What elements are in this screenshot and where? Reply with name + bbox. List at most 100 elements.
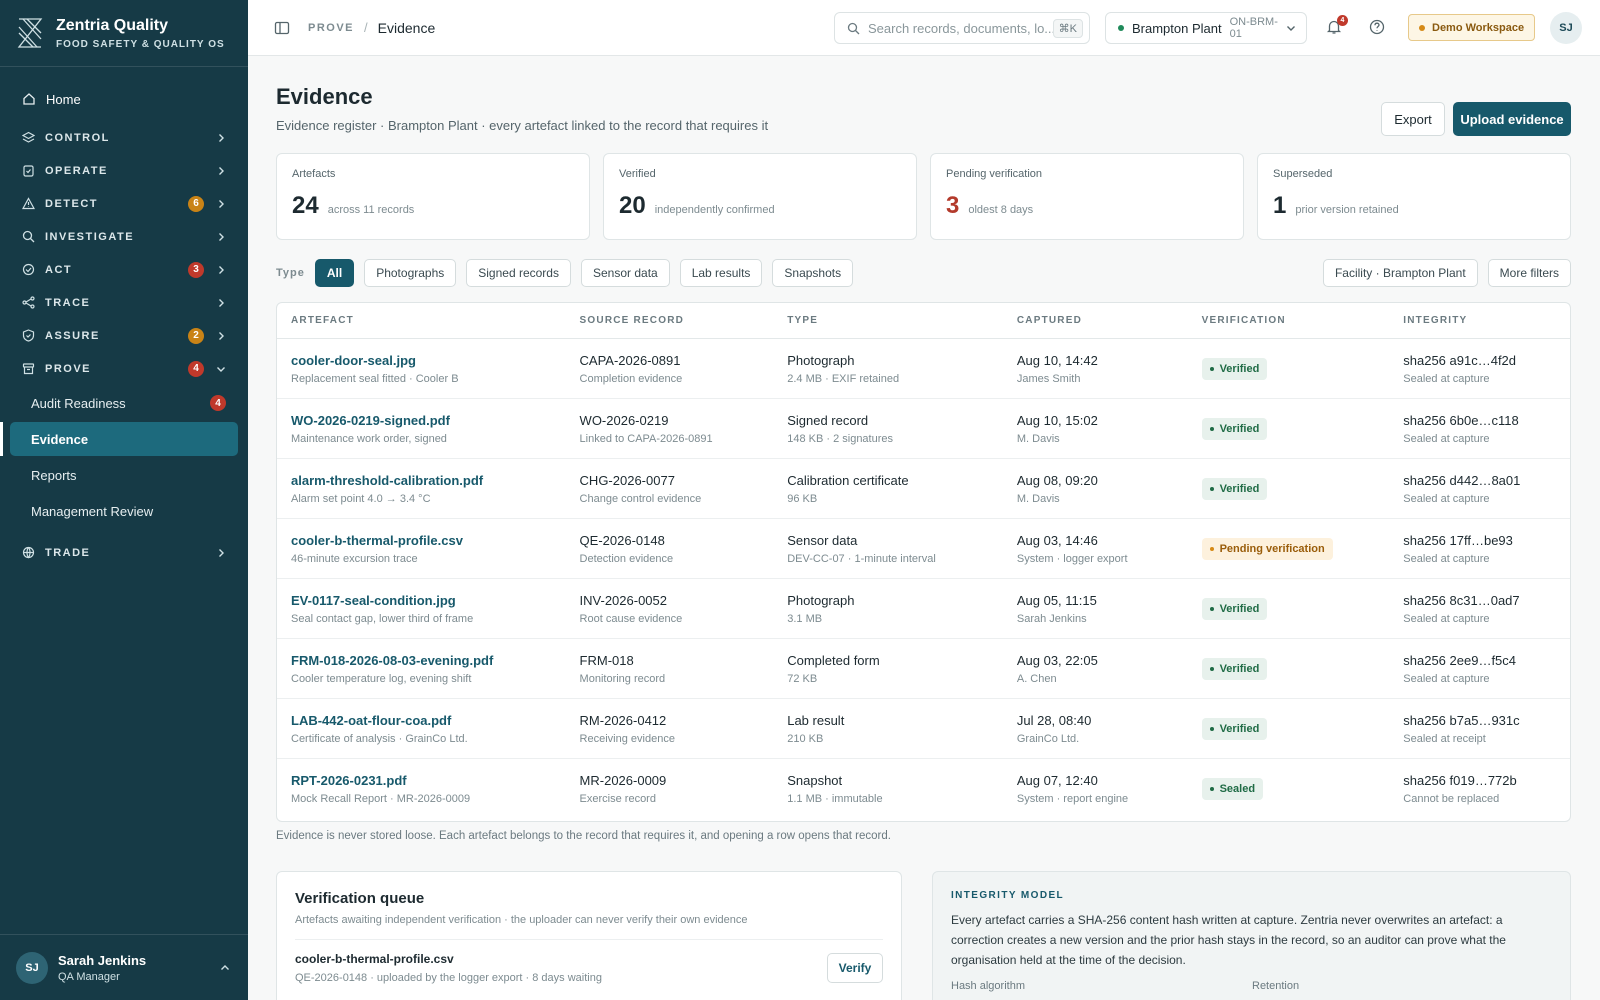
sidebar-section-detect[interactable]: DETECT 6 <box>0 187 248 220</box>
sidebar-item-home[interactable]: Home <box>0 81 248 117</box>
verification-queue-card: Verification queue Artefacts awaiting in… <box>276 871 902 1000</box>
stat-card-artefacts: Artefacts 24 across 11 records <box>276 153 590 240</box>
status-dot <box>1209 486 1214 491</box>
filter-chip-lab-results[interactable]: Lab results <box>679 259 763 287</box>
more-filters-button[interactable]: More filters <box>1487 259 1571 287</box>
sidebar-section-investigate[interactable]: INVESTIGATE <box>0 220 248 253</box>
status-dot <box>1209 426 1214 431</box>
brand[interactable]: Zentria Quality FOOD SAFETY & QUALITY OS <box>0 0 248 67</box>
artefact-type: Sensor data <box>787 532 858 548</box>
breadcrumb-root[interactable]: PROVE <box>308 22 354 34</box>
sidebar-section-prove[interactable]: PROVE 4 <box>0 352 248 385</box>
artefact-link[interactable]: EV-0117-seal-condition.jpg <box>291 593 566 608</box>
artefact-type: Completed form <box>787 652 880 668</box>
column-header[interactable]: ARTEFACT <box>277 315 566 326</box>
sidebar-item-management-review[interactable]: Management Review <box>10 494 238 528</box>
integrity-note: Sealed at capture <box>1403 492 1490 505</box>
artefact-description: Mock Recall Report · MR-2026-0009 <box>291 793 471 805</box>
artefact-link[interactable]: RPT-2026-0231.pdf <box>291 773 566 788</box>
artefact-description: Maintenance work order, signed <box>291 432 447 445</box>
source-record-note: Exercise record <box>579 793 656 805</box>
integrity-hash: sha256 d442…8a01 <box>1403 472 1521 488</box>
integrity-body: Every artefact carries a SHA-256 content… <box>951 913 1506 967</box>
table-row[interactable]: cooler-b-thermal-profile.csv 46-minute ex… <box>277 519 1570 579</box>
filter-chip-sensor-data[interactable]: Sensor data <box>580 259 670 287</box>
search-box[interactable]: ⌘K <box>834 12 1090 44</box>
queue-item[interactable]: cooler-b-thermal-profile.csv QE-2026-014… <box>295 952 883 984</box>
integrity-cell: sha256 b7a5…931c Sealed at receipt <box>1389 713 1570 745</box>
artefact-link[interactable]: LAB-442-oat-flour-coa.pdf <box>291 713 566 728</box>
status-badge: Verified <box>1201 657 1268 680</box>
captured-cell: Aug 05, 11:15 Sarah Jenkins <box>1003 593 1188 625</box>
type-cell: Sensor data DEV-CC-07 · 1-minute interval <box>773 533 1003 565</box>
sidebar-item-evidence[interactable]: Evidence <box>0 422 238 456</box>
avatar[interactable]: SJ <box>1550 12 1582 44</box>
table-row[interactable]: WO-2026-0219-signed.pdf Maintenance work … <box>277 399 1570 459</box>
sidebar-section-act[interactable]: ACT 3 <box>0 253 248 286</box>
table-row[interactable]: EV-0117-seal-condition.jpg Seal contact g… <box>277 579 1570 639</box>
table-row[interactable]: cooler-door-seal.jpg Replacement seal fit… <box>277 339 1570 399</box>
filter-chip-photographs[interactable]: Photographs <box>364 259 457 287</box>
sidebar-section-assure[interactable]: ASSURE 2 <box>0 319 248 352</box>
upload-evidence-button[interactable]: Upload evidence <box>1453 102 1571 136</box>
user-menu[interactable]: SJ Sarah Jenkins QA Manager <box>0 934 248 1000</box>
stat-note: across 11 records <box>327 204 415 216</box>
filter-chip-signed-records[interactable]: Signed records <box>466 259 571 287</box>
search-icon <box>847 22 860 34</box>
column-header[interactable]: CAPTURED <box>1003 315 1188 326</box>
table-row[interactable]: alarm-threshold-calibration.pdf Alarm set… <box>277 459 1570 519</box>
artefact-description: 46-minute excursion trace <box>291 552 418 565</box>
retention-label: Retention <box>1252 980 1300 992</box>
shield-icon <box>22 329 35 342</box>
export-button[interactable]: Export <box>1381 102 1445 136</box>
captured-time: Aug 10, 14:42 <box>1016 352 1098 368</box>
artefact-type-note: 1.1 MB · immutable <box>787 793 883 805</box>
source-record-note: Monitoring record <box>579 672 666 685</box>
filter-bar: Type All Photographs Signed records Sens… <box>276 258 1571 288</box>
integrity-hash: sha256 2ee9…f5c4 <box>1403 652 1517 668</box>
artefact-cell: alarm-threshold-calibration.pdf Alarm set… <box>277 473 566 505</box>
search-icon <box>22 230 35 243</box>
sidebar-toggle-icon[interactable] <box>274 20 290 36</box>
status-dot <box>1209 666 1214 671</box>
column-header[interactable]: SOURCE RECORD <box>566 315 774 326</box>
filter-chip-all[interactable]: All <box>314 259 355 287</box>
artefact-link[interactable]: cooler-b-thermal-profile.csv <box>291 533 566 548</box>
search-input[interactable] <box>868 20 1053 36</box>
plant-selector[interactable]: Brampton Plant ON-BRM-01 <box>1105 12 1307 44</box>
sidebar-item-audit-readiness[interactable]: Audit Readiness 4 <box>10 386 238 420</box>
artefact-link[interactable]: FRM-018-2026-08-03-evening.pdf <box>291 653 566 668</box>
captured-cell: Aug 10, 15:02 M. Davis <box>1003 413 1188 445</box>
plant-name: Brampton Plant <box>1132 20 1222 36</box>
sidebar-section-trace[interactable]: TRACE <box>0 286 248 319</box>
captured-cell: Jul 28, 08:40 GrainCo Ltd. <box>1003 713 1188 745</box>
filter-chip-snapshots[interactable]: Snapshots <box>772 259 854 287</box>
sidebar-section-control[interactable]: CONTROL <box>0 121 248 154</box>
facility-filter-button[interactable]: Facility · Brampton Plant <box>1322 259 1478 287</box>
chevron-down-icon <box>217 366 225 372</box>
source-record-id: MR-2026-0009 <box>579 773 667 788</box>
table-row[interactable]: RPT-2026-0231.pdf Mock Recall Report · MR… <box>277 759 1570 819</box>
chevron-right-icon <box>219 331 224 340</box>
table-row[interactable]: LAB-442-oat-flour-coa.pdf Certificate of … <box>277 699 1570 759</box>
column-header[interactable]: VERIFICATION <box>1188 315 1390 326</box>
artefact-link[interactable]: WO-2026-0219-signed.pdf <box>291 413 566 428</box>
column-header[interactable]: TYPE <box>773 315 1003 326</box>
sidebar-item-reports[interactable]: Reports <box>10 458 238 492</box>
type-cell: Photograph 3.1 MB <box>773 593 1003 625</box>
workspace-label: Demo Workspace <box>1432 21 1525 34</box>
artefact-type-note: DEV-CC-07 · 1-minute interval <box>787 552 936 565</box>
check-circle-icon <box>22 263 35 276</box>
column-header[interactable]: INTEGRITY <box>1389 315 1570 326</box>
sidebar-section-operate[interactable]: OPERATE <box>0 154 248 187</box>
verify-button[interactable]: Verify <box>827 953 883 983</box>
artefact-link[interactable]: cooler-door-seal.jpg <box>291 353 566 368</box>
sidebar-section-trade[interactable]: TRADE <box>0 536 248 569</box>
help-icon[interactable] <box>1368 18 1386 36</box>
artefact-link[interactable]: alarm-threshold-calibration.pdf <box>291 473 566 488</box>
workspace-badge[interactable]: Demo Workspace <box>1408 14 1536 41</box>
integrity-cell: sha256 6b0e…c118 Sealed at capture <box>1389 413 1570 445</box>
sidebar-section-label: INVESTIGATE <box>45 230 135 243</box>
table-row[interactable]: FRM-018-2026-08-03-evening.pdf Cooler tem… <box>277 639 1570 699</box>
sidebar-section-label: TRADE <box>45 546 91 559</box>
